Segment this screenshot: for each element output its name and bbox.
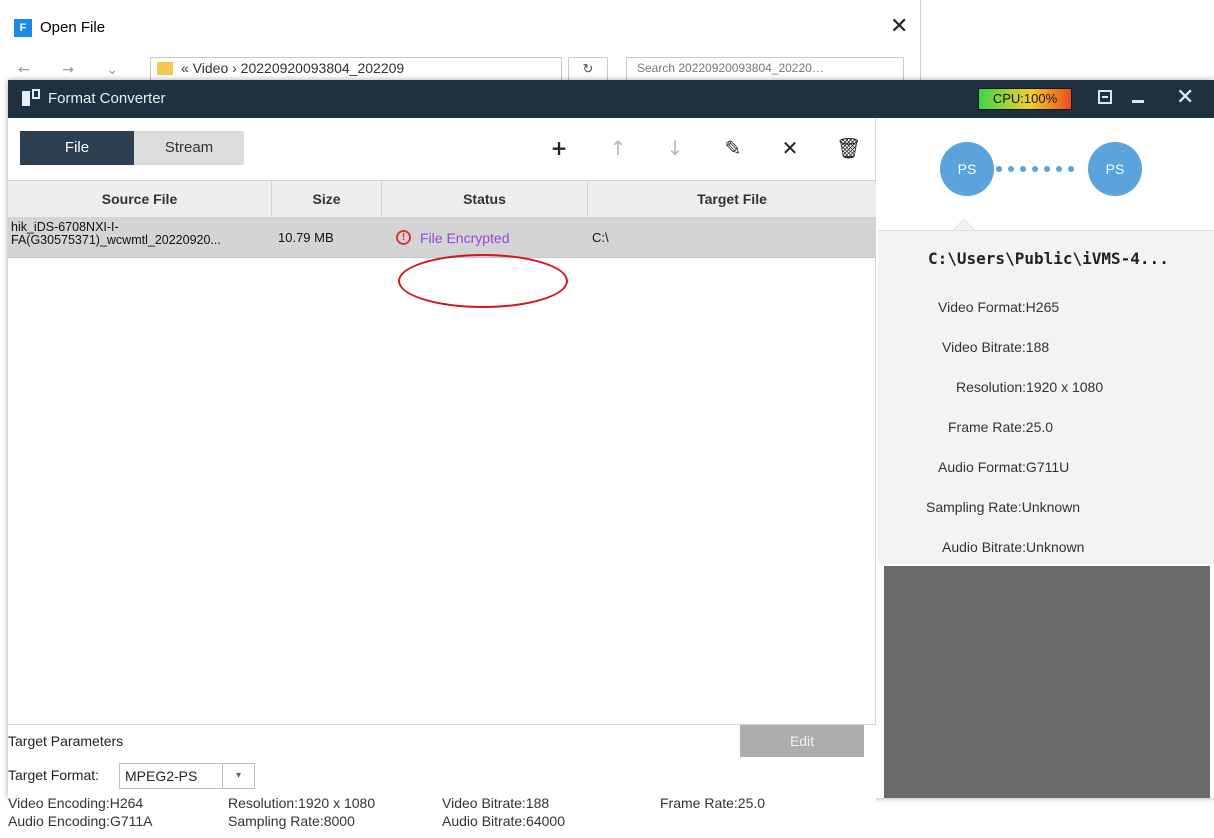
target-format-value: MPEG2-PS	[125, 768, 198, 784]
column-header-status[interactable]: Status	[382, 181, 588, 217]
info-sampling-rate: Sampling Rate:Unknown	[926, 499, 1081, 515]
delete-icon[interactable]: 🗑	[836, 136, 861, 160]
close-icon[interactable]: ✕	[1176, 86, 1194, 110]
param-video-bitrate: Video Bitrate:188	[442, 795, 550, 811]
cpu-usage-badge: CPU:100%	[978, 88, 1072, 110]
move-up-icon[interactable]: ↑	[606, 136, 630, 160]
size-cell: 10.79 MB	[278, 230, 334, 245]
title-bar: Format Converter CPU:100% ✕	[8, 80, 1214, 118]
tab-stream[interactable]: Stream	[134, 131, 244, 165]
open-file-app-icon: F	[14, 19, 32, 37]
param-audio-encoding: Audio Encoding:G711A	[8, 813, 153, 829]
info-icon: !	[396, 230, 411, 245]
edit-icon[interactable]: ✎	[721, 136, 745, 160]
window-title: Format Converter	[48, 90, 166, 107]
video-preview	[884, 566, 1210, 798]
info-video-bitrate: Video Bitrate:188	[942, 339, 1050, 355]
status-text: File Encrypted	[420, 230, 510, 246]
flow-dot	[1008, 166, 1014, 172]
param-video-encoding: Video Encoding:H264	[8, 795, 144, 811]
tab-file[interactable]: File	[20, 131, 134, 165]
file-info-panel: PS PS C:\Users\Public\iVMS-4... Video Fo…	[878, 118, 1214, 798]
edit-button[interactable]: Edit	[740, 725, 864, 757]
info-audio-format: Audio Format:G711U	[938, 459, 1070, 475]
flow-dot	[996, 166, 1002, 172]
param-audio-bitrate: Audio Bitrate:64000	[442, 813, 565, 829]
column-header-size[interactable]: Size	[272, 181, 382, 217]
open-file-close-button[interactable]: ✕	[890, 14, 908, 39]
info-frame-rate: Frame Rate:25.0	[948, 419, 1054, 435]
add-icon[interactable]: +	[547, 136, 571, 160]
open-file-address-text: « Video › 20220920093804_202209	[181, 60, 405, 76]
info-resolution: Resolution:1920 x 1080	[956, 379, 1104, 395]
info-audio-bitrate: Audio Bitrate:Unknown	[942, 539, 1085, 555]
format-flow: PS PS	[878, 118, 1214, 228]
column-header-target-file[interactable]: Target File	[588, 181, 876, 217]
table-row[interactable]: hik_iDS-6708NXI-I- FA(G30575371)_wcwmtl_…	[8, 218, 876, 258]
param-resolution: Resolution:1920 x 1080	[228, 795, 376, 811]
info-video-format: Video Format:H265	[938, 299, 1060, 315]
param-sampling-rate: Sampling Rate:8000	[228, 813, 355, 829]
chevron-down-icon[interactable]: ▾	[222, 764, 254, 788]
table-header: Source File Size Status Target File	[8, 180, 876, 218]
flow-dot	[1032, 166, 1038, 172]
minimize-icon[interactable]	[1132, 100, 1144, 103]
target-format-badge: PS	[1088, 142, 1142, 196]
flow-dot	[1044, 166, 1050, 172]
flow-dot	[1020, 166, 1026, 172]
file-list-panel: File Stream + ↑ ↓ ✎ ✕ 🗑 Source File Size…	[8, 118, 876, 838]
target-format-label: Target Format:	[8, 767, 100, 783]
info-details: C:\Users\Public\iVMS-4... Video Format:H…	[878, 230, 1214, 564]
folder-icon	[157, 62, 173, 75]
format-converter-window: Format Converter CPU:100% ✕ File Stream …	[8, 80, 1214, 838]
remove-icon[interactable]: ✕	[778, 136, 802, 160]
file-table: Source File Size Status Target File hik_…	[8, 180, 876, 258]
source-format-badge: PS	[940, 142, 994, 196]
column-header-source-file[interactable]: Source File	[8, 181, 272, 217]
file-path: C:\Users\Public\iVMS-4...	[928, 249, 1169, 268]
flow-dot	[1056, 166, 1062, 172]
status-cell: ! File Encrypted	[396, 218, 510, 258]
restore-icon[interactable]	[1098, 90, 1112, 104]
target-parameters-title: Target Parameters	[8, 733, 124, 749]
target-file-cell: C:\	[592, 230, 609, 245]
flow-dot	[1068, 166, 1074, 172]
source-file-cell: hik_iDS-6708NXI-I- FA(G30575371)_wcwmtl_…	[11, 221, 269, 261]
param-frame-rate: Frame Rate:25.0	[660, 795, 766, 811]
annotation-ellipse	[398, 254, 568, 308]
source-file-line-2: FA(G30575371)_wcwmtl_20220920...	[11, 233, 221, 247]
format-converter-icon	[22, 89, 40, 107]
open-file-title: Open File	[40, 19, 106, 36]
target-format-select[interactable]: MPEG2-PS ▾	[119, 763, 255, 789]
move-down-icon[interactable]: ↓	[663, 136, 687, 160]
target-parameters-section: Target Parameters Edit Target Format: MP…	[8, 724, 876, 838]
